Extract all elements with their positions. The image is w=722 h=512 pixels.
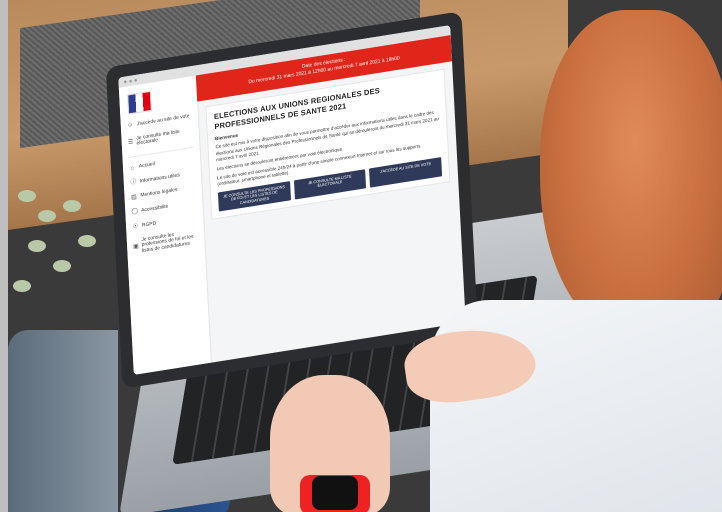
sidebar-item-label: Mentions légales [140,187,178,200]
chair [8,330,118,512]
info-icon: ⓘ [130,179,137,187]
person-hair [540,10,722,340]
plant [8,180,118,330]
smartwatch-face [312,476,358,510]
laptop-screen-bezel: ● ● ● ☺ J'accède au site de vote ☰ Je co… [105,11,479,389]
main-content: Date des élections : Du mercredi 31 mars… [195,35,466,363]
sidebar-item-label: Je consulte ma liste électorale [136,128,180,147]
sidebar-item-label: Je consulte les professions de foi et le… [141,231,194,254]
list-icon: ☰ [127,138,134,146]
sidebar-item-label: Accueil [138,161,155,170]
laptop-screen: ● ● ● ☺ J'accède au site de vote ☰ Je co… [118,25,466,375]
sidebar-item-label: Accessibilité [141,203,169,214]
shield-icon: ☉ [132,223,139,231]
home-icon: ⌂ [130,164,135,172]
document-icon: ▤ [131,194,137,201]
user-icon: ☺ [127,121,134,129]
accessibility-icon: ◯ [131,208,139,216]
left-edge-strip [0,0,8,512]
sidebar-item-label: RGPD [141,220,157,229]
republique-francaise-logo [127,90,152,115]
photo-scene: ● ● ● ☺ J'accède au site de vote ☰ Je co… [0,0,722,512]
folder-icon: ▣ [132,243,139,250]
